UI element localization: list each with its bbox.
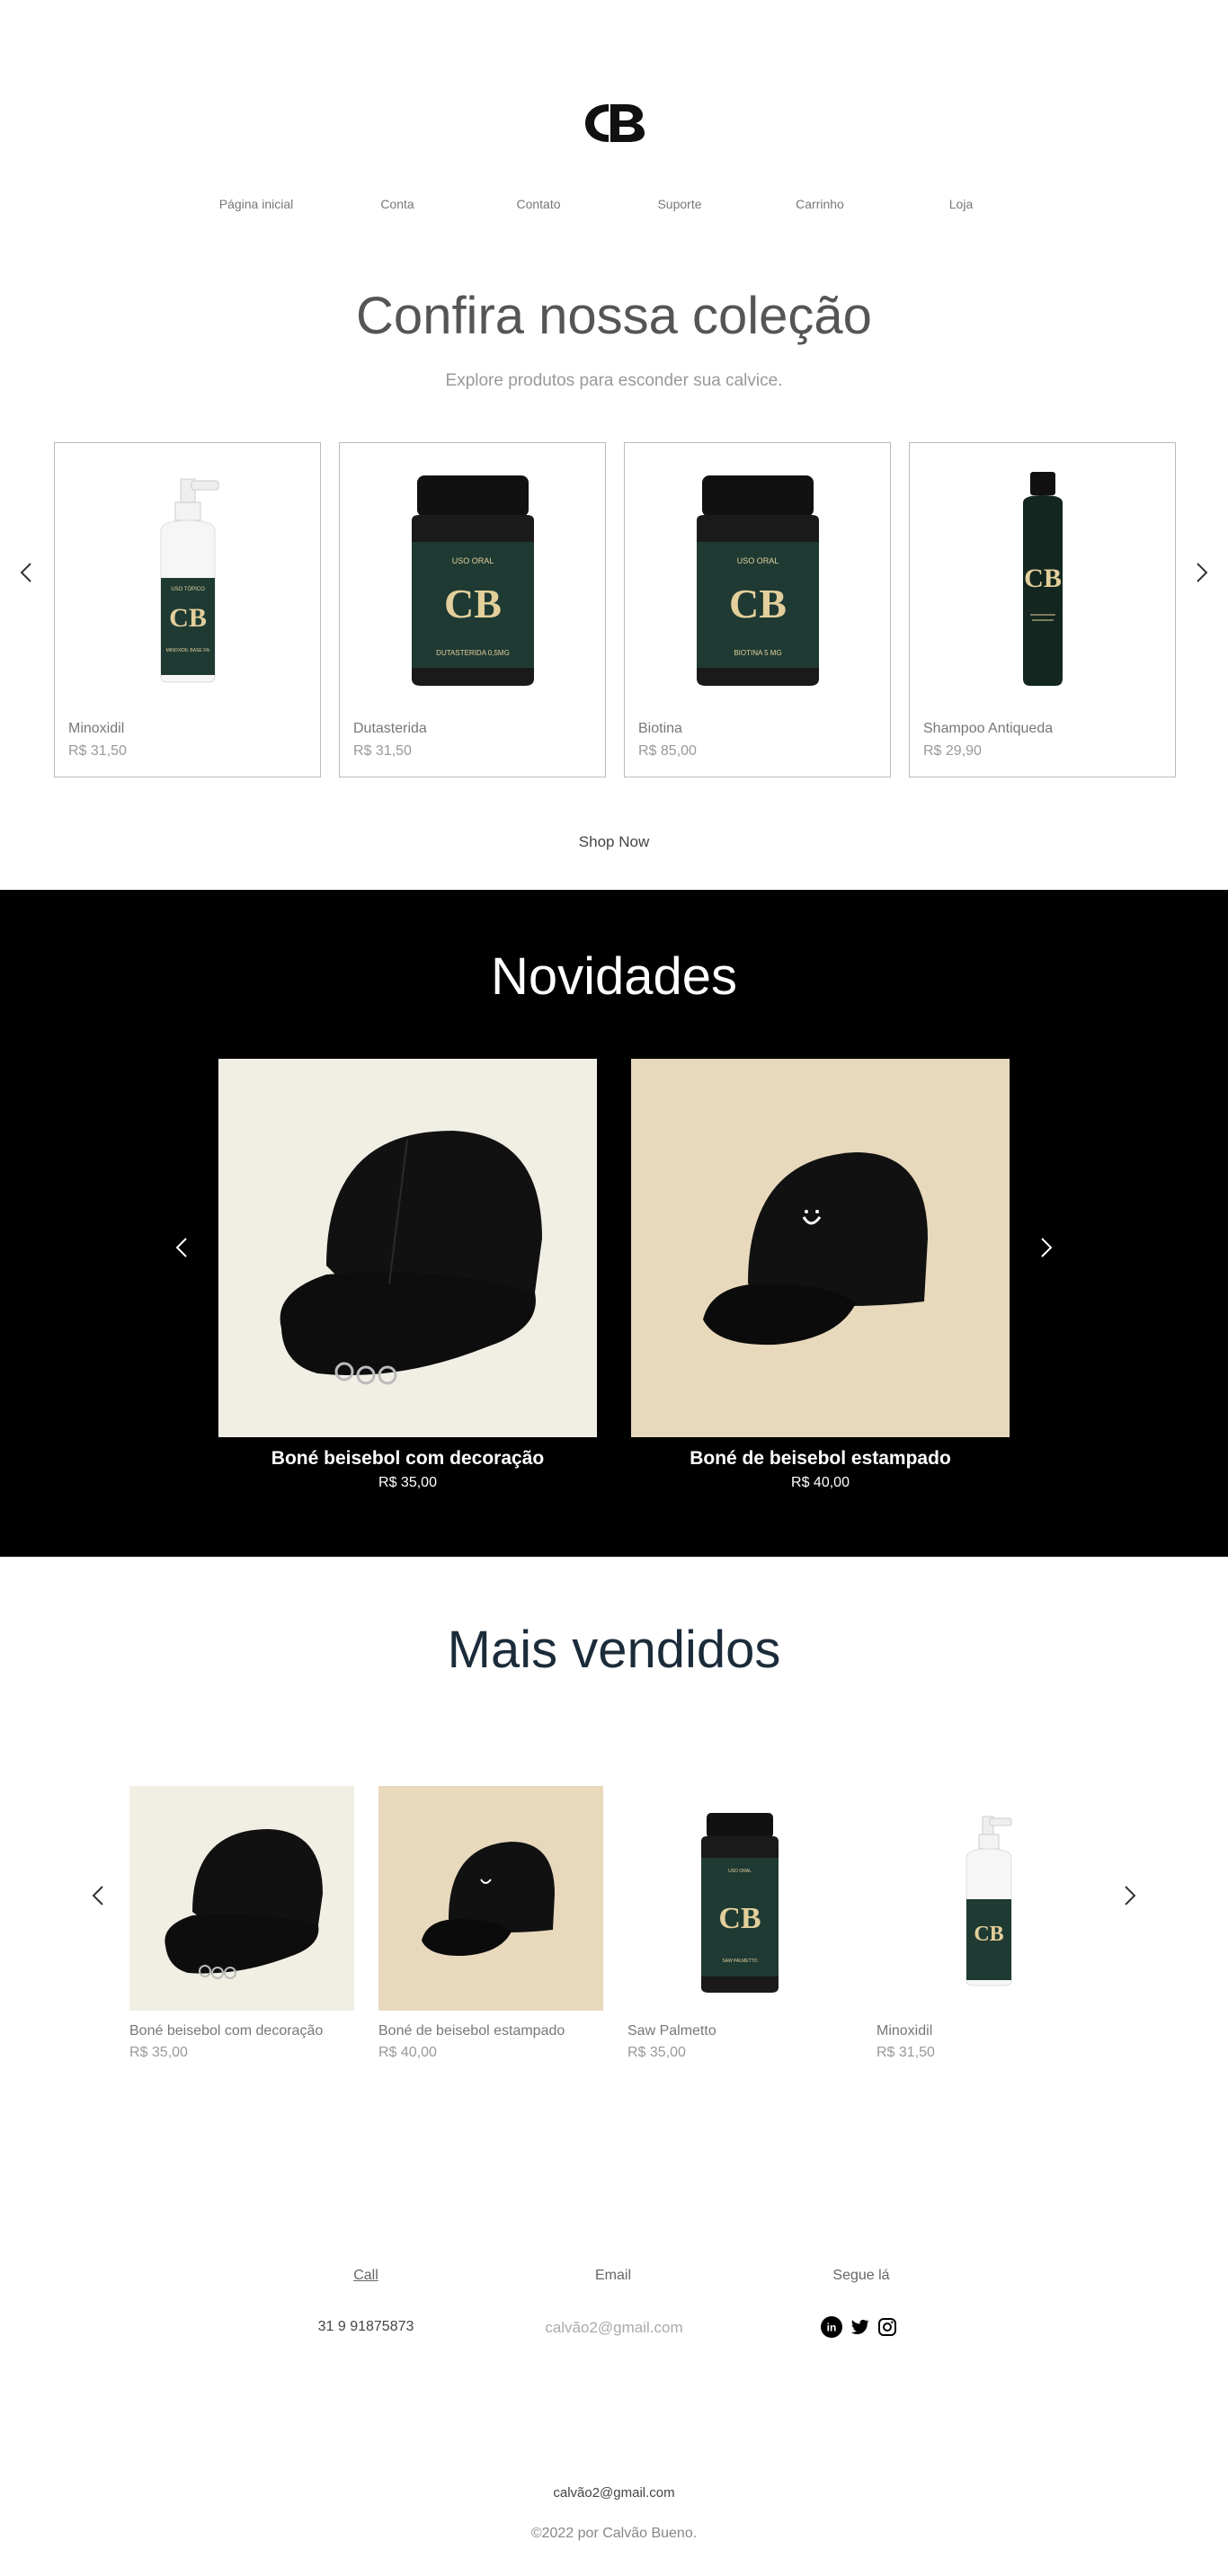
printed-cap-image xyxy=(378,1786,603,2011)
product-price: R$ 29,90 xyxy=(923,743,982,759)
novidade-card[interactable]: Boné de beisebol estampado R$ 40,00 xyxy=(631,1059,1010,1490)
footer-phone: 31 9 91875873 xyxy=(317,2319,414,2334)
nav-account[interactable]: Conta xyxy=(325,197,469,211)
product-price: R$ 85,00 xyxy=(638,743,697,759)
novidade-price: R$ 40,00 xyxy=(791,1475,850,1490)
nav-cart[interactable]: Carrinho xyxy=(748,197,892,211)
product-name: Shampoo Antiqueda xyxy=(923,721,1054,736)
twitter-icon[interactable] xyxy=(849,2316,870,2338)
instagram-icon[interactable] xyxy=(877,2316,898,2338)
shampoo-bottle-image: CB xyxy=(1023,472,1063,686)
nav-support[interactable]: Suporte xyxy=(608,197,752,211)
collection-prev-arrow-icon[interactable] xyxy=(9,555,45,591)
collection-next-arrow-icon[interactable] xyxy=(1183,555,1219,591)
footer-social-label: Segue lá xyxy=(832,2268,890,2283)
mais-vendidos-next-arrow-icon[interactable] xyxy=(1111,1878,1147,1914)
mais-vendidos-title: Mais vendidos xyxy=(447,1621,781,1679)
footer-call-link[interactable]: Call xyxy=(294,2268,438,2284)
saw-palmetto-jar-image: USO ORAL CB SAW PALMETTO xyxy=(701,1813,779,1993)
svg-text:USO ORAL: USO ORAL xyxy=(728,1869,752,1874)
svg-text:CB: CB xyxy=(718,1902,761,1935)
bestseller-name: Boné beisebol com decoração xyxy=(129,2023,324,2039)
svg-text:CB: CB xyxy=(1024,564,1062,593)
svg-text:CB: CB xyxy=(444,581,502,626)
bestseller-price: R$ 35,00 xyxy=(627,2045,686,2060)
footer-email[interactable]: calvão2@gmail.com xyxy=(515,2319,713,2337)
svg-text:BIOTINA 5 MG: BIOTINA 5 MG xyxy=(734,649,781,657)
footer-bottom-email[interactable]: calvão2@gmail.com xyxy=(0,2485,1228,2500)
biotina-jar-image: USO ORAL CB BIOTINA 5 MG xyxy=(697,475,819,686)
shop-now-link[interactable]: Shop Now xyxy=(524,833,704,851)
product-price: R$ 31,50 xyxy=(353,743,412,759)
novidade-name: Boné de beisebol estampado xyxy=(690,1448,951,1469)
bestseller-card[interactable]: Boné beisebol com decoração R$ 35,00 xyxy=(129,1786,354,2060)
linkedin-icon[interactable]: in xyxy=(821,2316,842,2338)
mais-vendidos-prev-arrow-icon[interactable] xyxy=(81,1878,117,1914)
product-card[interactable]: USO ORAL CB DUTASTERIDA 0,5MG Dutasterid… xyxy=(339,442,606,777)
product-card[interactable]: USO ORAL CB BIOTINA 5 MG Biotina R$ 85,0… xyxy=(624,442,891,777)
bestseller-name: Minoxidil xyxy=(877,2023,933,2039)
bestseller-card[interactable]: Boné de beisebol estampado R$ 40,00 xyxy=(378,1786,603,2060)
printed-cap-image xyxy=(631,1059,1010,1437)
bestseller-name: Saw Palmetto xyxy=(627,2023,716,2039)
nav-contact[interactable]: Contato xyxy=(467,197,610,211)
minoxidil-spray-image: CB xyxy=(965,1816,1012,1986)
svg-text:CB: CB xyxy=(974,1923,1003,1946)
bestseller-price: R$ 31,50 xyxy=(877,2045,935,2060)
novidades-title: Novidades xyxy=(490,947,738,1006)
footer-copyright: ©2022 por Calvão Bueno. xyxy=(530,2526,698,2541)
product-card[interactable]: USO TÓPICO CB MINOXIDIL BASE 5% Minoxidi… xyxy=(54,442,321,777)
bestseller-card[interactable]: USO ORAL CB SAW PALMETTO Saw Palmetto R$… xyxy=(627,1786,852,2060)
novidade-price: R$ 35,00 xyxy=(378,1475,437,1490)
product-card[interactable]: CB Shampoo Antiqueda R$ 29,90 xyxy=(909,442,1176,777)
novidades-next-arrow-icon[interactable] xyxy=(1028,1230,1063,1266)
footer-email-label: Email xyxy=(594,2268,631,2283)
bestseller-name: Boné de beisebol estampado xyxy=(378,2023,565,2039)
nav-home[interactable]: Página inicial xyxy=(184,197,328,211)
product-name: Dutasterida xyxy=(353,721,427,736)
svg-text:USO ORAL: USO ORAL xyxy=(452,556,494,565)
svg-text:USO TÓPICO: USO TÓPICO xyxy=(171,586,205,592)
cap-with-rings-image xyxy=(218,1059,597,1437)
collection-subtitle: Explore produtos para esconder sua calvi… xyxy=(445,371,783,390)
svg-text:CB: CB xyxy=(729,581,787,626)
svg-text:USO ORAL: USO ORAL xyxy=(737,556,779,565)
collection-title: Confira nossa coleção xyxy=(356,287,872,345)
minoxidil-spray-image: USO TÓPICO CB MINOXIDIL BASE 5% xyxy=(160,478,219,683)
product-name: Biotina xyxy=(638,721,682,736)
svg-text:SAW PALMETTO: SAW PALMETTO xyxy=(722,1959,757,1964)
nav-shop[interactable]: Loja xyxy=(889,197,1033,211)
svg-text:MINOXIDIL BASE 5%: MINOXIDIL BASE 5% xyxy=(166,648,210,653)
dutasterida-jar-image: USO ORAL CB DUTASTERIDA 0,5MG xyxy=(412,475,534,686)
svg-text:in: in xyxy=(827,2322,837,2334)
bestseller-price: R$ 40,00 xyxy=(378,2045,437,2060)
svg-text:DUTASTERIDA 0,5MG: DUTASTERIDA 0,5MG xyxy=(436,649,510,657)
product-name: Minoxidil xyxy=(68,721,125,736)
novidade-name: Boné beisebol com decoração xyxy=(271,1448,545,1469)
cap-with-rings-image xyxy=(129,1786,354,2011)
main-nav: Página inicial Conta Contato Suporte Car… xyxy=(0,197,1228,218)
bestseller-price: R$ 35,00 xyxy=(129,2045,188,2060)
bestseller-card[interactable]: CB Minoxidil R$ 31,50 xyxy=(877,1786,1101,2060)
product-price: R$ 31,50 xyxy=(68,743,127,759)
novidades-prev-arrow-icon[interactable] xyxy=(165,1230,200,1266)
novidade-card[interactable]: Boné beisebol com decoração R$ 35,00 xyxy=(218,1059,597,1490)
novidades-section: Novidades Boné beisebol com decoração R$… xyxy=(0,890,1228,1557)
svg-text:CB: CB xyxy=(169,603,207,633)
brand-logo[interactable] xyxy=(583,101,646,146)
